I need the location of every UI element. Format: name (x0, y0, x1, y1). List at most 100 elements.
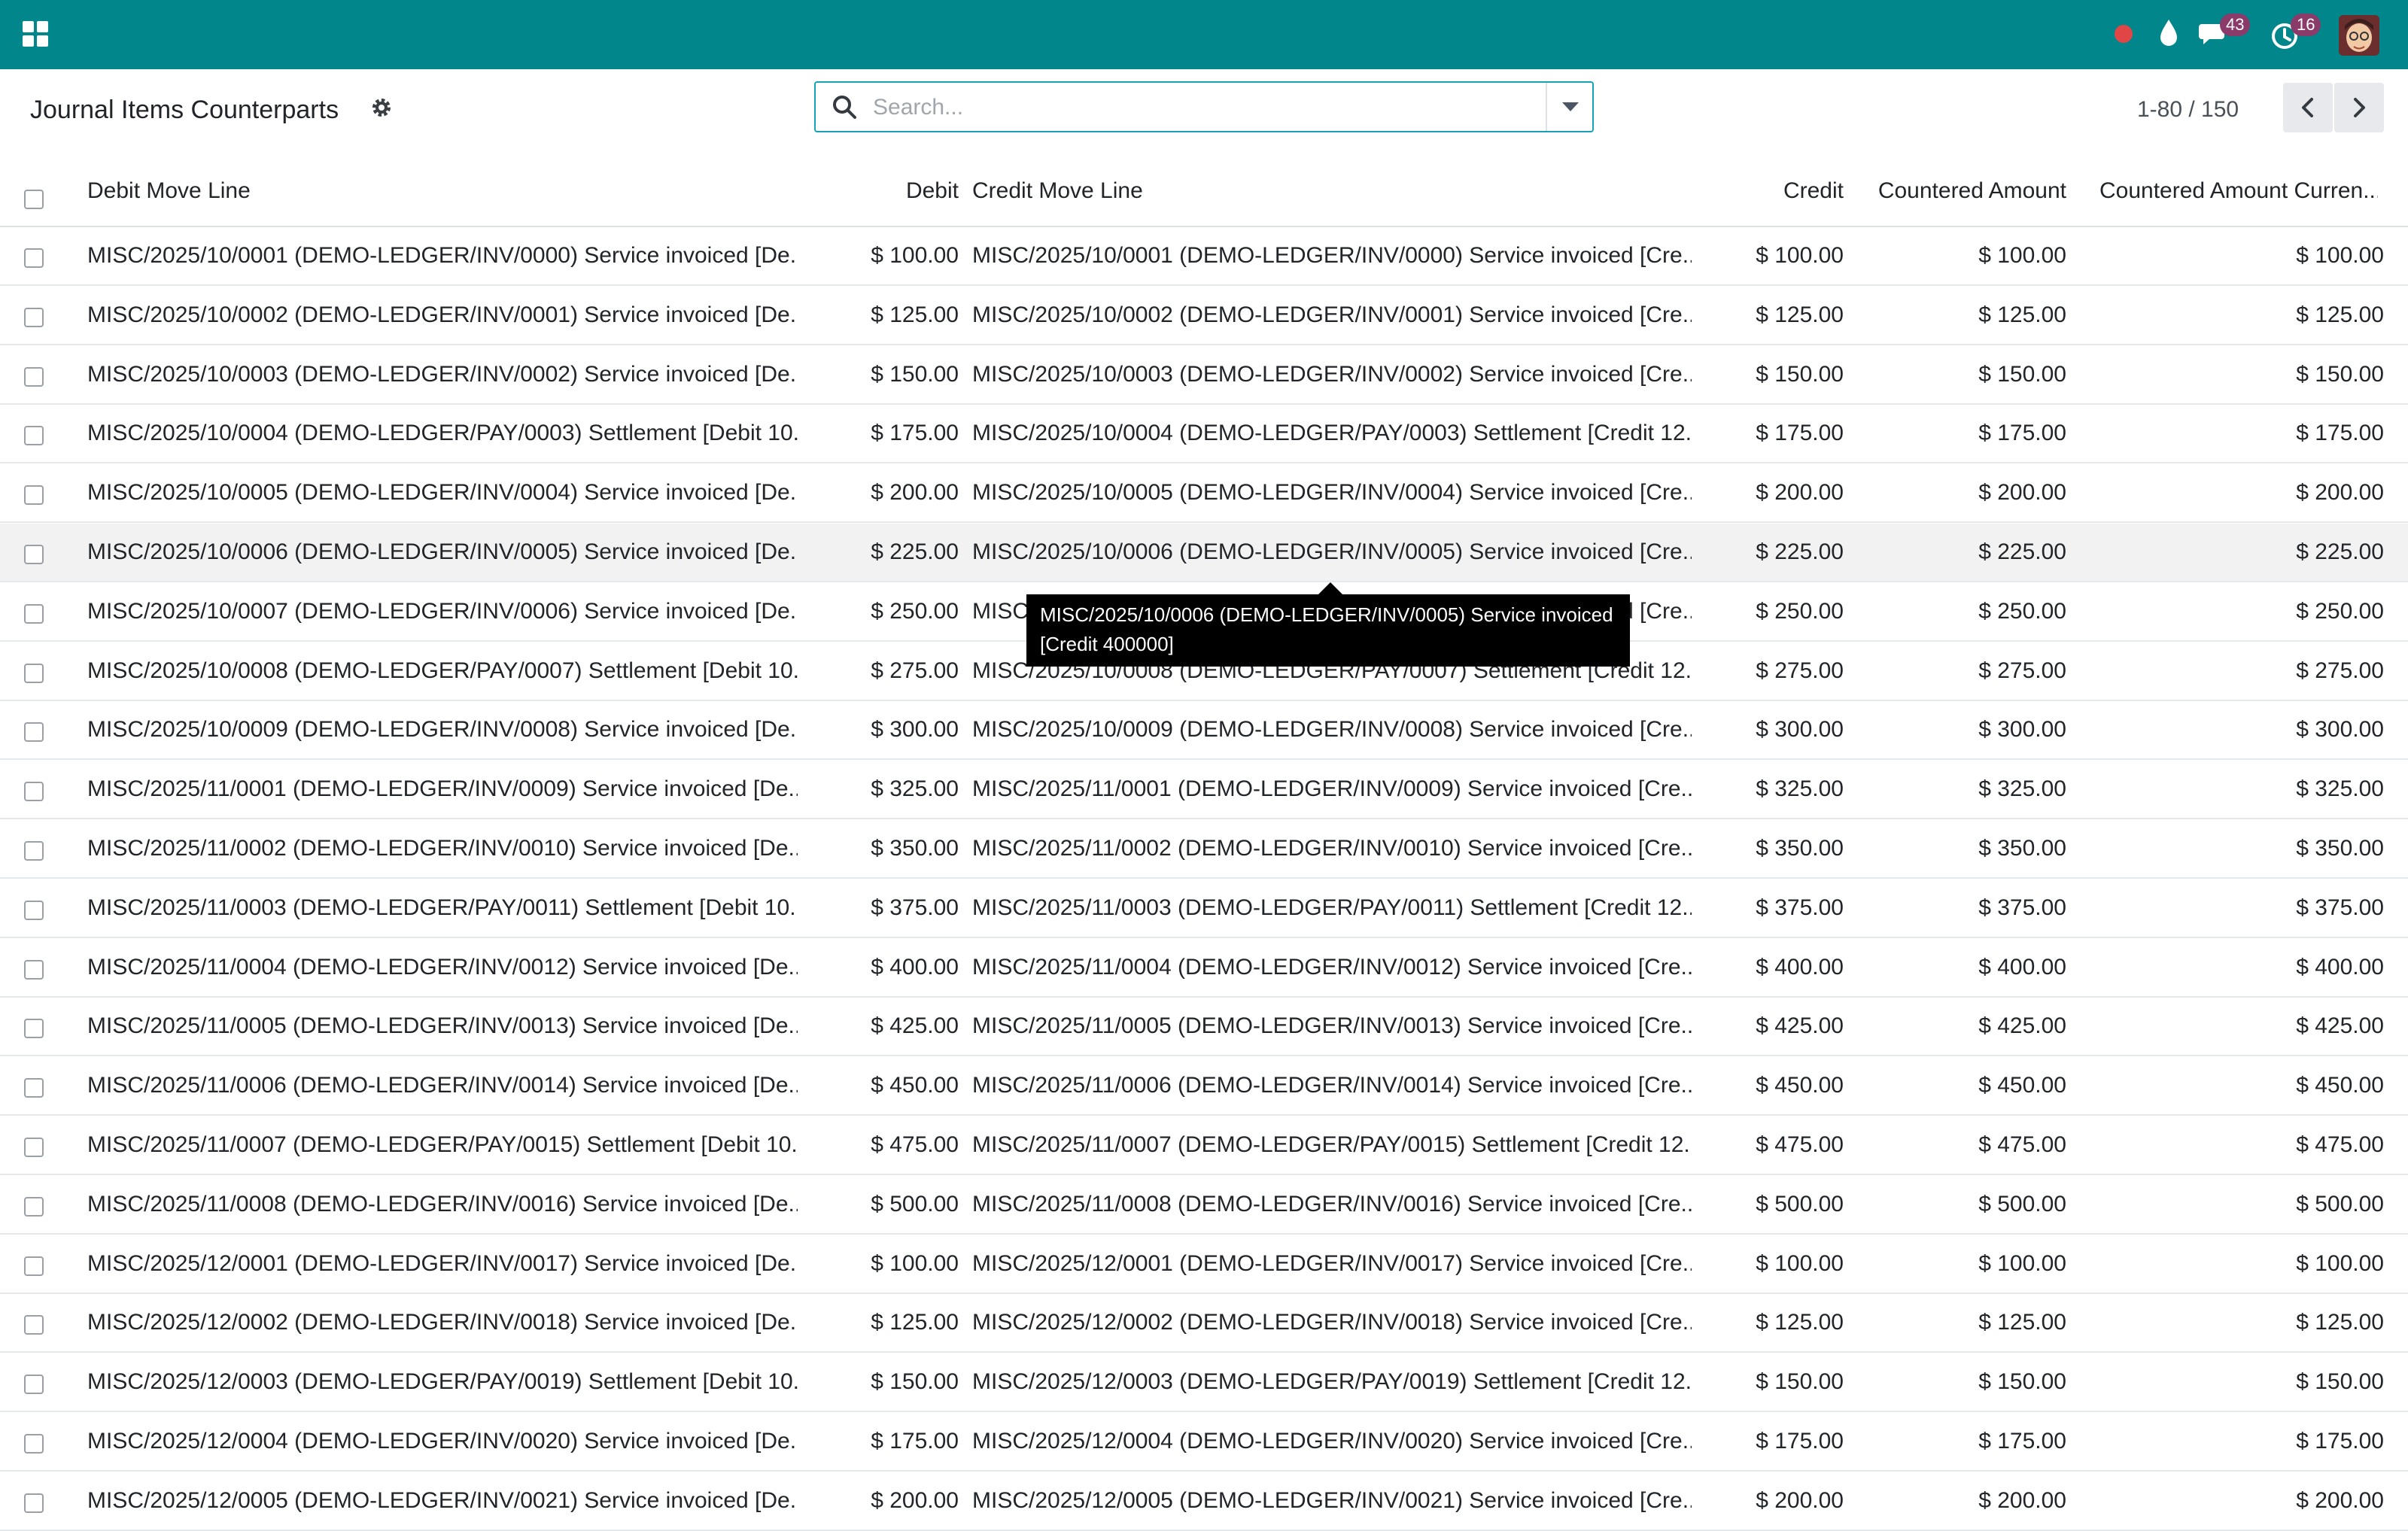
cell-debit[interactable]: $ 450.00 (802, 1071, 959, 1101)
cell-countered-amount[interactable]: $ 125.00 (1859, 1308, 2066, 1338)
cell-countered-amount-currency[interactable]: $ 100.00 (2084, 241, 2384, 271)
table-row[interactable]: MISC/2025/12/0005 (DEMO-LEDGER/INV/0021)… (0, 1472, 2408, 1531)
pager-value[interactable]: 1-80 / 150 (2137, 92, 2239, 128)
cell-debit[interactable]: $ 375.00 (802, 893, 959, 923)
row-checkbox[interactable] (24, 1138, 44, 1157)
cell-credit-move-line[interactable]: MISC/2025/11/0001 (DEMO-LEDGER/INV/0009)… (972, 774, 1692, 804)
cell-credit[interactable]: $ 350.00 (1693, 834, 1844, 864)
row-checkbox[interactable] (24, 1196, 44, 1217)
cell-debit-move-line[interactable]: MISC/2025/10/0008 (DEMO-LEDGER/PAY/0007)… (87, 656, 798, 686)
cell-countered-amount[interactable]: $ 200.00 (1859, 1486, 2066, 1516)
cell-debit[interactable]: $ 125.00 (802, 1308, 959, 1338)
cell-credit[interactable]: $ 175.00 (1693, 1426, 1844, 1457)
row-checkbox[interactable] (24, 248, 44, 268)
cell-credit-move-line[interactable]: MISC/2025/12/0001 (DEMO-LEDGER/INV/0017)… (972, 1249, 1692, 1279)
search-input[interactable] (871, 86, 1522, 129)
cell-debit[interactable]: $ 250.00 (802, 597, 959, 627)
cell-countered-amount[interactable]: $ 100.00 (1859, 1249, 2066, 1279)
cell-debit-move-line[interactable]: MISC/2025/12/0003 (DEMO-LEDGER/PAY/0019)… (87, 1367, 798, 1397)
cell-debit[interactable]: $ 400.00 (802, 952, 959, 983)
table-row[interactable]: MISC/2025/12/0002 (DEMO-LEDGER/INV/0018)… (0, 1294, 2408, 1353)
apps-grid-icon[interactable] (23, 21, 48, 47)
cell-debit[interactable]: $ 200.00 (802, 1486, 959, 1516)
cell-debit-move-line[interactable]: MISC/2025/11/0002 (DEMO-LEDGER/INV/0010)… (87, 834, 798, 864)
cell-countered-amount[interactable]: $ 250.00 (1859, 597, 2066, 627)
cell-credit[interactable]: $ 275.00 (1693, 656, 1844, 686)
cell-debit[interactable]: $ 475.00 (802, 1130, 959, 1160)
cell-debit-move-line[interactable]: MISC/2025/12/0002 (DEMO-LEDGER/INV/0018)… (87, 1308, 798, 1338)
table-row[interactable]: MISC/2025/10/0009 (DEMO-LEDGER/INV/0008)… (0, 701, 2408, 761)
cell-debit-move-line[interactable]: MISC/2025/11/0004 (DEMO-LEDGER/INV/0012)… (87, 952, 798, 983)
cell-countered-amount-currency[interactable]: $ 175.00 (2084, 1426, 2384, 1457)
table-row[interactable]: MISC/2025/12/0003 (DEMO-LEDGER/PAY/0019)… (0, 1353, 2408, 1413)
cell-countered-amount[interactable]: $ 375.00 (1859, 893, 2066, 923)
table-row[interactable]: MISC/2025/10/0002 (DEMO-LEDGER/INV/0001)… (0, 286, 2408, 345)
cell-credit[interactable]: $ 175.00 (1693, 418, 1844, 448)
cell-countered-amount[interactable]: $ 175.00 (1859, 418, 2066, 448)
cell-countered-amount[interactable]: $ 275.00 (1859, 656, 2066, 686)
cell-countered-amount[interactable]: $ 325.00 (1859, 774, 2066, 804)
row-checkbox[interactable] (24, 485, 44, 506)
cell-debit-move-line[interactable]: MISC/2025/12/0005 (DEMO-LEDGER/INV/0021)… (87, 1486, 798, 1516)
cell-debit-move-line[interactable]: MISC/2025/10/0009 (DEMO-LEDGER/INV/0008)… (87, 715, 798, 745)
recording-dot-icon[interactable] (2115, 25, 2133, 43)
table-row[interactable]: MISC/2025/12/0004 (DEMO-LEDGER/INV/0020)… (0, 1413, 2408, 1472)
cell-debit[interactable]: $ 150.00 (802, 360, 959, 390)
cell-credit[interactable]: $ 225.00 (1693, 537, 1844, 567)
cell-credit-move-line[interactable]: MISC/2025/10/0003 (DEMO-LEDGER/INV/0002)… (972, 360, 1692, 390)
table-row[interactable]: MISC/2025/11/0006 (DEMO-LEDGER/INV/0014)… (0, 1057, 2408, 1116)
search-options-toggle[interactable] (1546, 83, 1592, 131)
column-header-credit[interactable]: Credit (1693, 176, 1844, 206)
cell-credit-move-line[interactable]: MISC/2025/11/0007 (DEMO-LEDGER/PAY/0015)… (972, 1130, 1692, 1160)
cell-credit-move-line[interactable]: MISC/2025/11/0002 (DEMO-LEDGER/INV/0010)… (972, 834, 1692, 864)
cell-debit[interactable]: $ 325.00 (802, 774, 959, 804)
row-checkbox[interactable] (24, 663, 44, 683)
row-checkbox[interactable] (24, 782, 44, 802)
row-checkbox[interactable] (24, 1434, 44, 1454)
table-row[interactable]: MISC/2025/10/0004 (DEMO-LEDGER/PAY/0003)… (0, 405, 2408, 464)
cell-countered-amount-currency[interactable]: $ 150.00 (2084, 360, 2384, 390)
cell-credit-move-line[interactable]: MISC/2025/12/0003 (DEMO-LEDGER/PAY/0019)… (972, 1367, 1692, 1397)
pager-previous-button[interactable] (2283, 83, 2333, 132)
table-row[interactable]: MISC/2025/11/0002 (DEMO-LEDGER/INV/0010)… (0, 820, 2408, 879)
cell-countered-amount-currency[interactable]: $ 400.00 (2084, 952, 2384, 983)
cell-debit[interactable]: $ 275.00 (802, 656, 959, 686)
cell-countered-amount-currency[interactable]: $ 500.00 (2084, 1189, 2384, 1220)
cell-debit-move-line[interactable]: MISC/2025/11/0006 (DEMO-LEDGER/INV/0014)… (87, 1071, 798, 1101)
cell-credit[interactable]: $ 400.00 (1693, 952, 1844, 983)
row-checkbox[interactable] (24, 366, 44, 387)
cell-countered-amount[interactable]: $ 425.00 (1859, 1011, 2066, 1041)
cell-debit-move-line[interactable]: MISC/2025/10/0004 (DEMO-LEDGER/PAY/0003)… (87, 418, 798, 448)
cell-countered-amount[interactable]: $ 100.00 (1859, 241, 2066, 271)
cell-credit[interactable]: $ 200.00 (1693, 1486, 1844, 1516)
table-row[interactable]: MISC/2025/10/0003 (DEMO-LEDGER/INV/0002)… (0, 345, 2408, 405)
table-row[interactable]: MISC/2025/10/0001 (DEMO-LEDGER/INV/0000)… (0, 227, 2408, 286)
cell-countered-amount-currency[interactable]: $ 150.00 (2084, 1367, 2384, 1397)
cell-credit[interactable]: $ 375.00 (1693, 893, 1844, 923)
cell-credit[interactable]: $ 100.00 (1693, 1249, 1844, 1279)
table-row[interactable]: MISC/2025/10/0005 (DEMO-LEDGER/INV/0004)… (0, 464, 2408, 524)
table-row[interactable]: MISC/2025/11/0001 (DEMO-LEDGER/INV/0009)… (0, 761, 2408, 820)
cell-debit[interactable]: $ 200.00 (802, 478, 959, 508)
cell-credit[interactable]: $ 125.00 (1693, 300, 1844, 330)
cell-countered-amount[interactable]: $ 175.00 (1859, 1426, 2066, 1457)
cell-countered-amount-currency[interactable]: $ 425.00 (2084, 1011, 2384, 1041)
cell-debit-move-line[interactable]: MISC/2025/10/0001 (DEMO-LEDGER/INV/0000)… (87, 241, 798, 271)
select-all-checkbox[interactable] (24, 190, 44, 209)
cell-debit[interactable]: $ 175.00 (802, 1426, 959, 1457)
cell-credit-move-line[interactable]: MISC/2025/11/0005 (DEMO-LEDGER/INV/0013)… (972, 1011, 1692, 1041)
cell-countered-amount[interactable]: $ 200.00 (1859, 478, 2066, 508)
cell-debit-move-line[interactable]: MISC/2025/11/0008 (DEMO-LEDGER/INV/0016)… (87, 1189, 798, 1220)
cell-debit[interactable]: $ 100.00 (802, 241, 959, 271)
cell-countered-amount[interactable]: $ 300.00 (1859, 715, 2066, 745)
row-checkbox[interactable] (24, 1315, 44, 1335)
cell-debit[interactable]: $ 125.00 (802, 300, 959, 330)
row-checkbox[interactable] (24, 1078, 44, 1098)
row-checkbox[interactable] (24, 1375, 44, 1395)
cell-debit-move-line[interactable]: MISC/2025/10/0006 (DEMO-LEDGER/INV/0005)… (87, 537, 798, 567)
cell-countered-amount[interactable]: $ 225.00 (1859, 537, 2066, 567)
cell-credit-move-line[interactable]: MISC/2025/10/0004 (DEMO-LEDGER/PAY/0003)… (972, 418, 1692, 448)
cell-countered-amount-currency[interactable]: $ 125.00 (2084, 300, 2384, 330)
cell-debit-move-line[interactable]: MISC/2025/11/0007 (DEMO-LEDGER/PAY/0015)… (87, 1130, 798, 1160)
cell-credit-move-line[interactable]: MISC/2025/11/0003 (DEMO-LEDGER/PAY/0011)… (972, 893, 1692, 923)
